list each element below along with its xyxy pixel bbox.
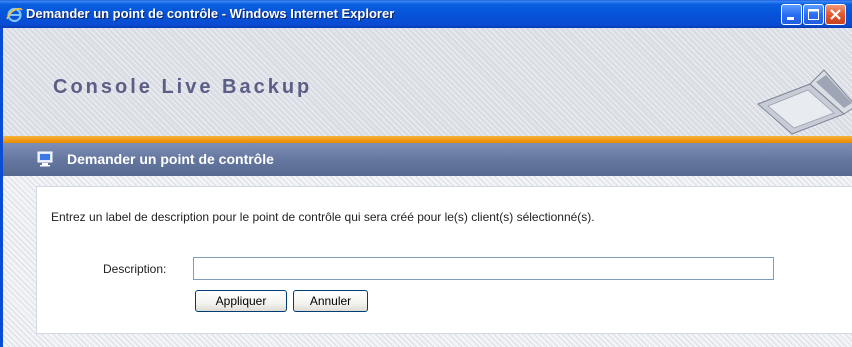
internet-explorer-icon — [6, 7, 23, 23]
section-header: Demander un point de contrôle — [0, 143, 852, 176]
apply-button[interactable]: Appliquer — [195, 290, 287, 312]
close-button[interactable] — [825, 4, 846, 25]
description-input[interactable] — [193, 257, 774, 280]
browser-window: Demander un point de contrôle - Windows … — [0, 0, 852, 347]
window-title: Demander un point de contrôle - Windows … — [26, 6, 395, 21]
section-title: Demander un point de contrôle — [67, 151, 274, 167]
description-label: Description: — [103, 262, 167, 276]
instruction-text: Entrez un label de description pour le p… — [51, 210, 595, 224]
close-icon — [830, 9, 841, 20]
app-title: Console Live Backup — [53, 76, 313, 98]
app-banner: Console Live Backup — [0, 28, 852, 136]
minimize-icon — [787, 17, 794, 20]
monitor-icon — [37, 151, 53, 167]
minimize-button[interactable] — [781, 4, 802, 25]
accent-divider — [0, 136, 852, 143]
title-bar[interactable]: Demander un point de contrôle - Windows … — [0, 0, 852, 28]
maximize-button[interactable] — [803, 4, 824, 25]
cancel-button[interactable]: Annuler — [293, 290, 368, 312]
maximize-icon — [808, 9, 819, 20]
laptop-icon — [757, 69, 852, 136]
